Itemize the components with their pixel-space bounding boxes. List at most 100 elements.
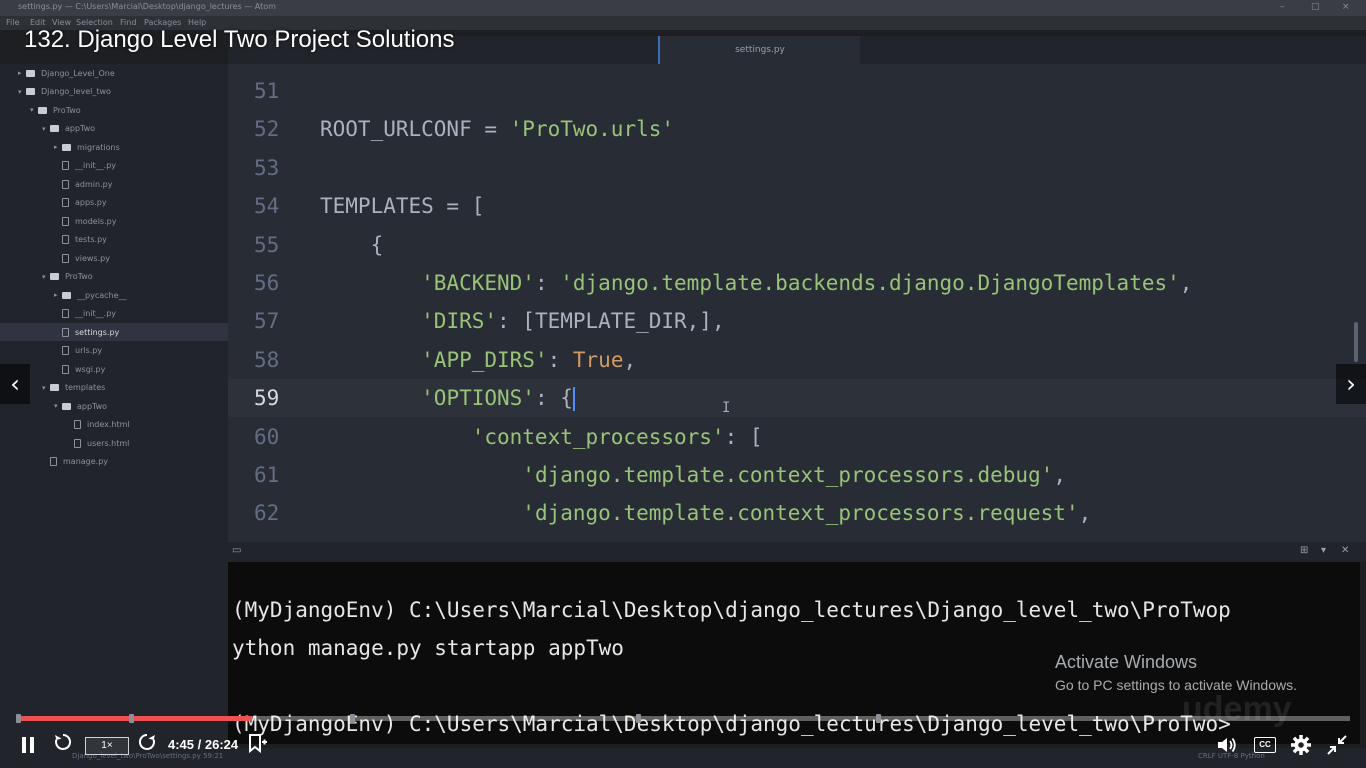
panel-close-icon[interactable]: ✕ [1341,545,1349,556]
terminal-line: (MyDjangoEnv) C:\Users\Marcial\Desktop\d… [232,598,1231,622]
bookmark-marker[interactable] [636,714,642,723]
code-text: 'django.template.context_processors.requ… [522,501,1092,526]
code-text: 'APP_DIRS': True, [421,347,637,372]
forward-icon[interactable] [136,731,158,757]
text-cursor [572,387,575,412]
panel-minimize-icon[interactable]: ▾ [1321,545,1326,556]
close-window-icon[interactable]: × [1342,2,1350,12]
tree-folder[interactable]: ▾ ProTwo [0,101,228,119]
line-number: 56 [254,271,280,295]
settings-gear-icon[interactable] [1290,734,1312,760]
code-text: 'OPTIONS': { [421,386,575,412]
captions-button[interactable]: CC [1254,737,1276,753]
tree-folder[interactable]: ▾ appTwo [0,120,228,138]
folder-icon [26,69,35,77]
folder-icon [62,143,71,151]
tree-file[interactable]: urls.py [0,342,228,360]
minimize-icon[interactable]: – [1280,2,1285,12]
code-line[interactable]: 59 'OPTIONS': { [228,379,1366,418]
terminal-panel-header: ▭ ⊞ ▾ ✕ [228,542,1366,562]
pause-icon[interactable] [20,737,36,753]
tree-file[interactable]: tests.py [0,231,228,249]
previous-lecture-arrow-icon[interactable]: ‹ [0,364,30,404]
code-line[interactable]: 60 'context_processors': [ [228,418,1366,456]
tree-item-label: migrations [77,142,120,152]
file-icon [74,438,81,448]
chevron-down-icon[interactable]: ▾ [42,125,50,133]
file-icon [62,161,69,170]
chevron-right-icon[interactable]: ▸ [54,143,62,151]
playback-speed-button[interactable]: 1× [85,737,129,755]
line-number: 62 [254,501,280,526]
bookmark-marker[interactable] [129,714,135,723]
code-line[interactable]: 52 ROOT_URLCONF = 'ProTwo.urls' [228,110,1366,148]
panel-grid-icon[interactable]: ⊞ [1300,545,1308,556]
tree-file[interactable]: index.html [0,416,228,434]
tree-folder[interactable]: ▾ templates [0,379,228,397]
tree-folder[interactable]: ▸ __pycache__ [0,286,228,304]
folder-icon [50,125,59,132]
tree-file[interactable]: settings.py [0,323,228,341]
tree-file[interactable]: apps.py [0,194,228,212]
tree-folder[interactable]: ▾ Django_level_two [0,83,228,101]
code-editor[interactable]: 62 'django.template.context_processors.r… [228,64,1366,542]
add-bookmark-icon[interactable] [248,733,268,759]
line-number: 59 [254,386,280,411]
tree-folder[interactable]: ▾ ProTwo [0,268,228,286]
terminal-line: ython manage.py startapp appTwo [232,636,624,660]
video-progress-bar[interactable] [16,714,1350,723]
chevron-down-icon[interactable]: ▾ [42,273,50,281]
tab-settings-py[interactable]: settings.py [658,36,860,64]
player-controls: 1× 4:45 / 26:24 CC [0,727,1366,765]
tree-file[interactable]: manage.py [0,453,228,471]
file-icon [62,364,69,374]
file-icon [62,309,69,318]
code-line[interactable]: 57 'DIRS': [TEMPLATE_DIR,], [228,302,1366,340]
chevron-down-icon[interactable]: ▾ [54,402,62,410]
tree-file[interactable]: views.py [0,249,228,267]
chevron-right-icon[interactable]: ▸ [18,69,26,77]
code-line[interactable]: 53 [228,149,1366,187]
chevron-down-icon[interactable]: ▾ [30,106,38,114]
chevron-down-icon[interactable]: ▾ [42,384,50,392]
code-line[interactable]: 55 { [228,226,1366,264]
maximize-icon[interactable]: □ [1311,2,1320,12]
code-line[interactable]: 54 TEMPLATES = [ [228,187,1366,225]
line-number: 61 [254,463,280,487]
code-text: 'BACKEND': 'django.template.backends.dja… [421,271,1193,295]
menu-file[interactable]: File [6,18,19,27]
tree-file[interactable]: __init__.py [0,305,228,323]
chevron-down-icon[interactable]: ▾ [18,88,26,96]
tree-folder[interactable]: ▸ Django_Level_One [0,64,228,82]
tree-item-label: wsgi.py [75,364,106,374]
project-tree: ▸ Django_Level_One ▾ Django_level_two ▾ ProTw… [0,64,228,764]
tree-folder[interactable]: ▾ appTwo [0,397,228,415]
rewind-icon[interactable] [52,731,74,757]
tree-file[interactable]: wsgi.py [0,360,228,378]
next-lecture-arrow-icon[interactable]: › [1336,364,1366,404]
bookmark-marker[interactable] [16,714,21,723]
exit-fullscreen-icon[interactable] [1326,734,1348,760]
tree-file[interactable]: __init__.py [0,157,228,175]
line-number: 51 [254,79,280,103]
bookmark-marker[interactable] [876,714,882,723]
chevron-right-icon[interactable]: ▸ [54,291,62,299]
code-line[interactable]: 61 'django.template.context_processors.d… [228,456,1366,494]
code-line[interactable]: 58 'APP_DIRS': True, [228,341,1366,379]
code-line[interactable]: 51 [228,72,1366,110]
tree-file[interactable]: models.py [0,212,228,230]
code-line[interactable]: 62 'django.template.context_processors.r… [228,494,1366,532]
tree-file[interactable]: admin.py [0,175,228,193]
bookmark-marker[interactable] [349,714,355,723]
tree-item-label: models.py [75,216,117,226]
code-line[interactable]: 56 'BACKEND': 'django.template.backends.… [228,264,1366,302]
tree-item-label: users.html [87,438,130,448]
tree-file[interactable]: users.html [0,434,228,452]
code-text: 'django.template.context_processors.debu… [522,463,1066,487]
tree-item-label: admin.py [75,179,113,189]
code-text: 'DIRS': [TEMPLATE_DIR,], [421,309,725,334]
volume-icon[interactable] [1216,735,1240,759]
terminal-icon[interactable]: ▭ [232,545,241,556]
tree-folder[interactable]: ▸ migrations [0,138,228,156]
editor-vertical-scrollbar[interactable] [1354,322,1358,362]
